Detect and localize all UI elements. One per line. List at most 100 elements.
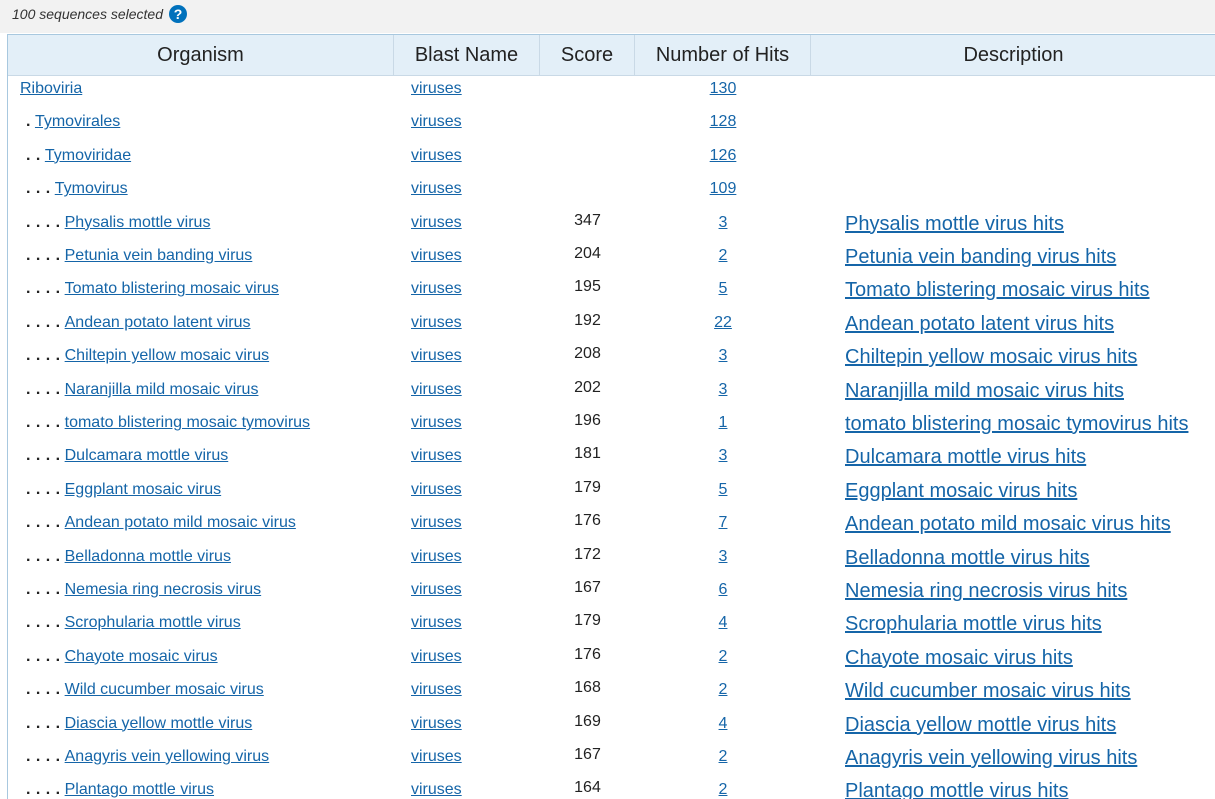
blast-name-link[interactable]: viruses	[411, 280, 462, 297]
organism-link[interactable]: Nemesia ring necrosis virus	[65, 581, 262, 598]
hits-cell: 2	[635, 781, 811, 799]
table-row: . . . . Dulcamara mottle virus viruses 181 3…	[8, 443, 1215, 476]
blast-name-cell: viruses	[411, 681, 462, 699]
hits-link[interactable]: 128	[710, 113, 737, 130]
hits-cell: 109	[635, 180, 811, 198]
blast-name-link[interactable]: viruses	[411, 247, 462, 264]
organism-link[interactable]: Naranjilla mild mosaic virus	[65, 381, 259, 398]
description-link[interactable]: Plantago mottle virus hits	[845, 780, 1068, 799]
header-organism[interactable]: Organism	[8, 35, 394, 75]
blast-name-link[interactable]: viruses	[411, 781, 462, 798]
blast-name-link[interactable]: viruses	[411, 481, 462, 498]
blast-name-link[interactable]: viruses	[411, 548, 462, 565]
blast-name-link[interactable]: viruses	[411, 314, 462, 331]
blast-name-link[interactable]: viruses	[411, 180, 462, 197]
blast-name-link[interactable]: viruses	[411, 681, 462, 698]
blast-name-link[interactable]: viruses	[411, 147, 462, 164]
blast-name-link[interactable]: viruses	[411, 214, 462, 231]
hits-link[interactable]: 2	[719, 247, 728, 264]
hits-link[interactable]: 130	[710, 80, 737, 97]
description-link[interactable]: Naranjilla mild mosaic virus hits	[845, 380, 1124, 402]
hits-link[interactable]: 3	[719, 214, 728, 231]
organism-link[interactable]: Petunia vein banding virus	[65, 247, 253, 264]
blast-name-link[interactable]: viruses	[411, 648, 462, 665]
organism-link[interactable]: Dulcamara mottle virus	[65, 447, 229, 464]
description-link[interactable]: Scrophularia mottle virus hits	[845, 613, 1102, 635]
description-link[interactable]: Petunia vein banding virus hits	[845, 246, 1116, 268]
description-link[interactable]: Belladonna mottle virus hits	[845, 547, 1090, 569]
description-link[interactable]: Dulcamara mottle virus hits	[845, 446, 1086, 468]
hits-link[interactable]: 7	[719, 514, 728, 531]
organism-link[interactable]: Chiltepin yellow mosaic virus	[65, 347, 270, 364]
organism-link[interactable]: tomato blistering mosaic tymovirus	[65, 414, 310, 431]
description-link[interactable]: Chayote mosaic virus hits	[845, 647, 1073, 669]
organism-link[interactable]: Eggplant mosaic virus	[65, 481, 222, 498]
description-link[interactable]: Andean potato latent virus hits	[845, 313, 1114, 335]
hits-link[interactable]: 2	[719, 748, 728, 765]
hits-link[interactable]: 4	[719, 715, 728, 732]
description-link[interactable]: Andean potato mild mosaic virus hits	[845, 513, 1171, 535]
header-number-of-hits[interactable]: Number of Hits	[635, 35, 811, 75]
hits-link[interactable]: 3	[719, 381, 728, 398]
description-link[interactable]: Eggplant mosaic virus hits	[845, 480, 1077, 502]
description-link[interactable]: Nemesia ring necrosis virus hits	[845, 580, 1127, 602]
hits-link[interactable]: 2	[719, 681, 728, 698]
organism-link[interactable]: Anagyris vein yellowing virus	[65, 748, 270, 765]
blast-name-link[interactable]: viruses	[411, 113, 462, 130]
blast-name-link[interactable]: viruses	[411, 80, 462, 97]
organism-link[interactable]: Wild cucumber mosaic virus	[65, 681, 264, 698]
header-description[interactable]: Description	[811, 35, 1215, 75]
hits-link[interactable]: 109	[710, 180, 737, 197]
hits-link[interactable]: 2	[719, 648, 728, 665]
blast-name-link[interactable]: viruses	[411, 447, 462, 464]
organism-link[interactable]: Physalis mottle virus	[65, 214, 211, 231]
blast-name-link[interactable]: viruses	[411, 514, 462, 531]
tree-depth-dots: . . .	[26, 180, 51, 198]
hits-link[interactable]: 22	[714, 314, 732, 331]
description-link[interactable]: tomato blistering mosaic tymovirus hits	[845, 413, 1188, 435]
blast-name-cell: viruses	[411, 113, 462, 131]
blast-name-link[interactable]: viruses	[411, 748, 462, 765]
hits-link[interactable]: 3	[719, 447, 728, 464]
organism-link[interactable]: Chayote mosaic virus	[65, 648, 218, 665]
hits-link[interactable]: 6	[719, 581, 728, 598]
organism-link[interactable]: Tymovirus	[55, 180, 128, 197]
organism-link[interactable]: Andean potato latent virus	[65, 314, 251, 331]
blast-name-link[interactable]: viruses	[411, 414, 462, 431]
blast-name-link[interactable]: viruses	[411, 581, 462, 598]
organism-link[interactable]: Scrophularia mottle virus	[65, 614, 241, 631]
hits-link[interactable]: 126	[710, 147, 737, 164]
hits-link[interactable]: 1	[719, 414, 728, 431]
organism-link[interactable]: Andean potato mild mosaic virus	[65, 514, 296, 531]
description-link[interactable]: Anagyris vein yellowing virus hits	[845, 747, 1137, 769]
hits-link[interactable]: 3	[719, 347, 728, 364]
hits-link[interactable]: 4	[719, 614, 728, 631]
description-link[interactable]: Chiltepin yellow mosaic virus hits	[845, 346, 1137, 368]
blast-name-link[interactable]: viruses	[411, 381, 462, 398]
organism-cell: . . . . Nemesia ring necrosis virus	[20, 581, 261, 599]
help-icon[interactable]: ?	[169, 5, 187, 23]
description-link[interactable]: Tomato blistering mosaic virus hits	[845, 279, 1150, 301]
blast-name-link[interactable]: viruses	[411, 614, 462, 631]
blast-name-link[interactable]: viruses	[411, 347, 462, 364]
organism-link[interactable]: Tomato blistering mosaic virus	[65, 280, 279, 297]
hits-link[interactable]: 2	[719, 781, 728, 798]
hits-link[interactable]: 5	[719, 280, 728, 297]
hits-cell: 3	[635, 214, 811, 232]
header-blast-name[interactable]: Blast Name	[394, 35, 540, 75]
blast-name-link[interactable]: viruses	[411, 715, 462, 732]
organism-link[interactable]: Belladonna mottle virus	[65, 548, 231, 565]
organism-link[interactable]: Diascia yellow mottle virus	[65, 715, 253, 732]
description-link[interactable]: Diascia yellow mottle virus hits	[845, 714, 1116, 736]
tree-depth-dots: . . . .	[26, 781, 61, 799]
header-score[interactable]: Score	[540, 35, 635, 75]
hits-link[interactable]: 5	[719, 481, 728, 498]
description-link[interactable]: Wild cucumber mosaic virus hits	[845, 680, 1131, 702]
organism-link[interactable]: Riboviria	[20, 80, 82, 97]
description-link[interactable]: Physalis mottle virus hits	[845, 213, 1064, 235]
organism-link[interactable]: Plantago mottle virus	[65, 781, 214, 798]
tree-depth-dots: . . . .	[26, 581, 61, 598]
organism-link[interactable]: Tymovirales	[35, 113, 120, 130]
hits-link[interactable]: 3	[719, 548, 728, 565]
organism-link[interactable]: Tymoviridae	[45, 147, 131, 164]
